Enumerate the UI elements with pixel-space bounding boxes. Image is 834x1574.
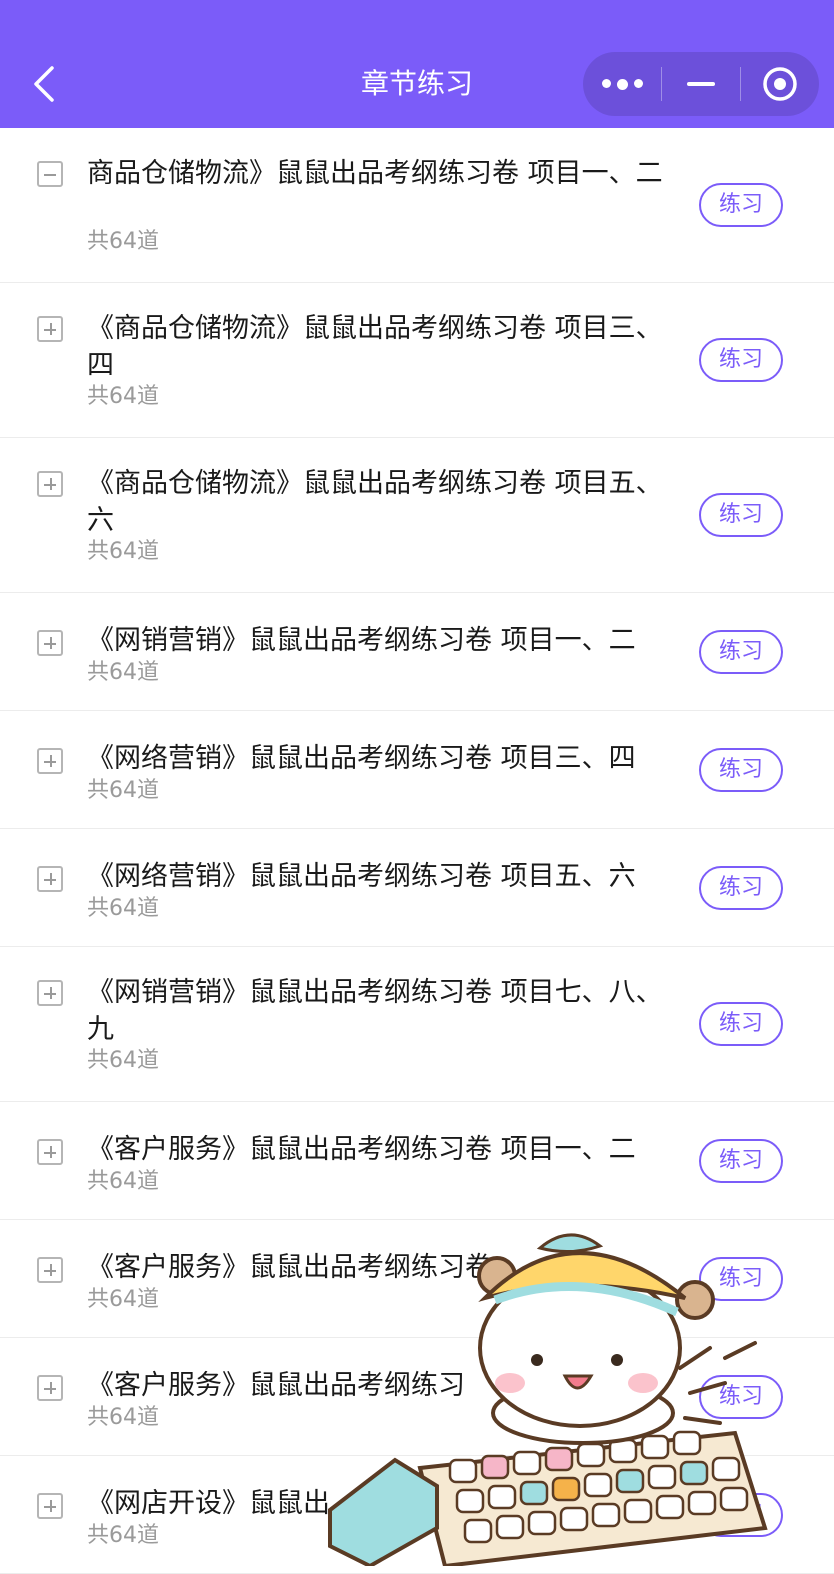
expand-icon[interactable] [37,471,63,497]
expand-icon[interactable] [37,316,63,342]
chapter-row[interactable]: 《客户服务》鼠鼠出品考纲练习卷 项目一、二 共64道 练习 [0,1102,834,1220]
question-count: 共64道 [87,1523,159,1548]
expand-icon[interactable] [37,1139,63,1165]
chapter-title: 《商品仓储物流》鼠鼠出品考纲练习卷 项目五、六 [87,468,663,536]
cat-keyboard-sticker [328,1233,768,1566]
chapter-title: 商品仓储物流》鼠鼠出品考纲练习卷 项目一、二 [87,158,663,189]
minus-icon [687,82,715,86]
question-count: 共64道 [87,1405,159,1430]
chapter-title: 《网络营销》鼠鼠出品考纲练习卷 项目三、四 [87,743,636,774]
more-button[interactable] [583,52,661,116]
expand-icon[interactable] [37,980,63,1006]
expand-icon[interactable] [37,1257,63,1283]
target-icon [763,67,797,101]
question-count: 共64道 [87,229,159,254]
chapter-title: 《网络营销》鼠鼠出品考纲练习卷 项目五、六 [87,861,636,892]
expand-icon[interactable] [37,748,63,774]
question-count: 共64道 [87,539,159,564]
question-count: 共64道 [87,384,159,409]
chapter-title: 《客户服务》鼠鼠出品考纲练习卷 项目一、二 [87,1134,636,1165]
question-count: 共64道 [87,1287,159,1312]
practice-button[interactable]: 练习 [699,748,783,792]
expand-icon[interactable] [37,1493,63,1519]
question-count: 共64道 [87,660,159,685]
question-count: 共64道 [87,896,159,921]
nav-bar: 章节练习 [0,0,834,128]
question-count: 共64道 [87,1048,159,1073]
mini-program-capsule [583,52,819,116]
chapter-row[interactable]: 《商品仓储物流》鼠鼠出品考纲练习卷 项目三、四 共64道 练习 [0,283,834,438]
chapter-row[interactable]: 《网络营销》鼠鼠出品考纲练习卷 项目五、六 共64道 练习 [0,829,834,947]
practice-button[interactable]: 练习 [699,1139,783,1183]
chapter-row[interactable]: 《网销营销》鼠鼠出品考纲练习卷 项目七、八、九 共64道 练习 [0,947,834,1102]
more-dots-icon [601,78,643,90]
chapter-row[interactable]: 商品仓储物流》鼠鼠出品考纲练习卷 项目一、二 共64道 练习 [0,128,834,283]
chapter-row[interactable]: 《商品仓储物流》鼠鼠出品考纲练习卷 项目五、六 共64道 练习 [0,438,834,593]
question-count: 共64道 [87,1169,159,1194]
chapter-row[interactable]: 《网销营销》鼠鼠出品考纲练习卷 项目一、二 共64道 练习 [0,593,834,711]
question-count: 共64道 [87,778,159,803]
practice-button[interactable]: 练习 [699,338,783,382]
expand-icon[interactable] [37,866,63,892]
chapter-title: 《商品仓储物流》鼠鼠出品考纲练习卷 项目三、四 [87,313,663,381]
chapter-row[interactable]: 《网络营销》鼠鼠出品考纲练习卷 项目三、四 共64道 练习 [0,711,834,829]
chapter-title: 《网销营销》鼠鼠出品考纲练习卷 项目一、二 [87,625,636,656]
collapse-icon[interactable] [37,161,63,187]
practice-button[interactable]: 练习 [699,183,783,227]
expand-icon[interactable] [37,630,63,656]
close-button[interactable] [741,52,819,116]
chapter-title: 《网销营销》鼠鼠出品考纲练习卷 项目七、八、九 [87,977,663,1045]
practice-button[interactable]: 练习 [699,493,783,537]
practice-button[interactable]: 练习 [699,630,783,674]
practice-button[interactable]: 练习 [699,1002,783,1046]
practice-button[interactable]: 练习 [699,866,783,910]
expand-icon[interactable] [37,1375,63,1401]
minimize-button[interactable] [662,52,740,116]
